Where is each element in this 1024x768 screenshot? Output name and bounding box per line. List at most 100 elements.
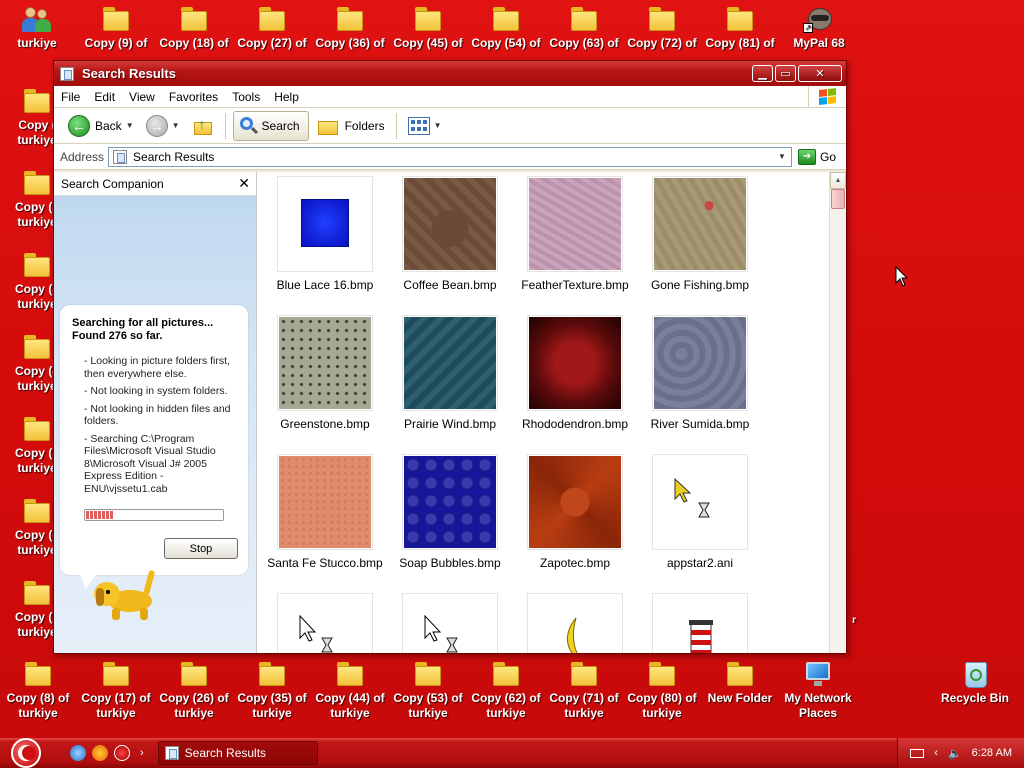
desktop-icon-label: Copy (80) of [627,691,697,705]
file-item[interactable] [638,593,762,653]
menu-view[interactable]: View [122,90,162,104]
scrollbar-thumb[interactable] [831,189,845,209]
ie-icon[interactable] [70,745,86,761]
desktop-icon[interactable]: Copy (8) of turkiye [0,660,77,721]
folders-button[interactable]: Folders [313,111,389,141]
forward-dropdown-icon[interactable]: ▼ [172,121,180,130]
file-item[interactable]: Zapotec.bmp [513,454,637,570]
recycle-bin[interactable]: Recycle Bin [936,658,1014,706]
search-button[interactable]: Search [232,110,309,141]
file-thumbnail [527,454,623,550]
desktop-icon[interactable]: Copy (72) of [623,5,701,51]
desktop-icon[interactable]: Copy (9) of [77,5,155,51]
file-item[interactable]: Gone Fishing.bmp [638,176,762,292]
desktop-icon[interactable]: turkiye [0,5,76,51]
folder-icon [21,169,53,197]
toolbar-separator [395,112,397,139]
desktop-icon-label: Copy (53) of [393,691,463,705]
file-item[interactable]: Greenstone.bmp [263,315,387,431]
status-line-1: Searching for all pictures... [72,317,214,329]
file-item[interactable]: Prairie Wind.bmp [388,315,512,431]
desktop-icon[interactable]: My Network Places [779,660,857,721]
desktop-icon[interactable]: Copy (36) of [311,5,389,51]
desktop-icon[interactable]: Copy (62) of turkiye [467,660,545,721]
mouse-cursor-icon [895,266,909,287]
search-note: - Not looking in system folders. [84,385,228,397]
file-item[interactable]: Santa Fe Stucco.bmp [263,454,387,570]
desktop-icon[interactable]: Copy (44) of turkiye [311,660,389,721]
go-button[interactable]: ➔ Go [797,148,836,165]
desktop-icon[interactable]: Copy (53) of turkiye [389,660,467,721]
file-item[interactable]: Soap Bubbles.bmp [388,454,512,570]
menu-favorites[interactable]: Favorites [162,90,225,104]
views-button[interactable]: ▼ [404,111,446,141]
taskbar-button-search-results[interactable]: Search Results [157,741,318,765]
file-name: River Sumida.bmp [650,417,750,431]
menu-file[interactable]: File [54,90,87,104]
close-button[interactable]: ✕ [798,65,842,82]
file-item[interactable]: appstar2.ani [638,454,762,570]
desktop-icon[interactable]: ↗ MyPal 68 [780,5,858,51]
minimize-button[interactable]: ▁ [752,65,773,82]
file-name: Gone Fishing.bmp [650,278,750,292]
address-input[interactable]: Search Results ▼ [108,146,792,167]
desktop-icon[interactable]: Copy (45) of [389,5,467,51]
close-pane-icon[interactable]: ✕ [238,175,250,192]
file-item[interactable]: Rhododendron.bmp [513,315,637,431]
file-item[interactable]: FeatherTexture.bmp [513,176,637,292]
file-name: Blue Lace 16.bmp [276,278,374,292]
file-item[interactable] [388,593,512,653]
back-dropdown-icon[interactable]: ▼ [126,121,134,130]
forward-button[interactable]: → ▼ [142,111,184,141]
desktop-icon-label: Copy (18) of [159,36,229,50]
firefox-icon[interactable] [92,745,108,761]
file-name: Santa Fe Stucco.bmp [267,556,383,570]
search-dog-icon[interactable] [94,564,164,626]
file-item[interactable]: Coffee Bean.bmp [388,176,512,292]
desktop-icon[interactable]: Copy (63) of [545,5,623,51]
desktop-icon[interactable]: Copy (17) of turkiye [77,660,155,721]
content-area: Search Companion ✕ Searching for all pic… [54,172,846,653]
speaker-icon[interactable]: 🔈 [948,747,962,760]
window-titlebar[interactable]: Search Results ▁ ▭ ✕ [54,61,846,86]
stop-button[interactable]: Stop [164,538,238,559]
menu-help[interactable]: Help [267,90,306,104]
file-item[interactable] [263,593,387,653]
search-results-window[interactable]: Search Results ▁ ▭ ✕ File Edit View Favo… [53,60,847,654]
file-item[interactable]: River Sumida.bmp [638,315,762,431]
opera-icon[interactable] [114,745,130,761]
vertical-scrollbar[interactable]: ▲ [829,172,846,653]
file-item[interactable] [513,593,637,653]
file-thumbnail [402,454,498,550]
desktop-icon[interactable]: Copy (35) of turkiye [233,660,311,721]
desktop-icon[interactable]: New Folder [701,660,779,706]
address-dropdown-icon[interactable]: ▼ [775,150,789,164]
desktop-icon-label: Copy (35) of [237,691,307,705]
keyboard-icon[interactable] [910,748,925,758]
address-label: Address [60,149,105,164]
folder-icon [21,497,53,525]
desktop-icon[interactable]: Copy (27) of [233,5,311,51]
file-list[interactable]: ▲ Blue Lace 16.bmp Coffee Bean.bmp Feather… [257,172,846,653]
back-button[interactable]: ← Back ▼ [64,111,138,141]
views-dropdown-icon[interactable]: ▼ [434,121,442,130]
start-button[interactable] [0,738,52,768]
desktop-icon[interactable]: Copy (54) of [467,5,545,51]
menu-tools[interactable]: Tools [225,90,267,104]
quick-launch-chevron-icon[interactable]: › [140,747,144,759]
desktop-icon[interactable]: Copy (80) of turkiye [623,660,701,721]
file-item[interactable]: Blue Lace 16.bmp [263,176,387,292]
folder-icon [21,87,53,115]
scroll-up-icon[interactable]: ▲ [830,172,846,189]
desktop-icon[interactable]: Copy (18) of [155,5,233,51]
search-label: Search [261,118,300,133]
desktop-icon[interactable]: Copy (81) of [701,5,779,51]
desktop-icon[interactable]: Copy (26) of turkiye [155,660,233,721]
desktop-icon[interactable]: Copy (71) of turkiye [545,660,623,721]
tray-expand-icon[interactable]: ‹ [934,747,938,759]
folder-icon [412,660,444,688]
maximize-button[interactable]: ▭ [775,65,796,82]
file-name: Rhododendron.bmp [521,417,629,431]
up-folder-button[interactable]: ↑ [188,111,218,141]
menu-edit[interactable]: Edit [87,90,122,104]
